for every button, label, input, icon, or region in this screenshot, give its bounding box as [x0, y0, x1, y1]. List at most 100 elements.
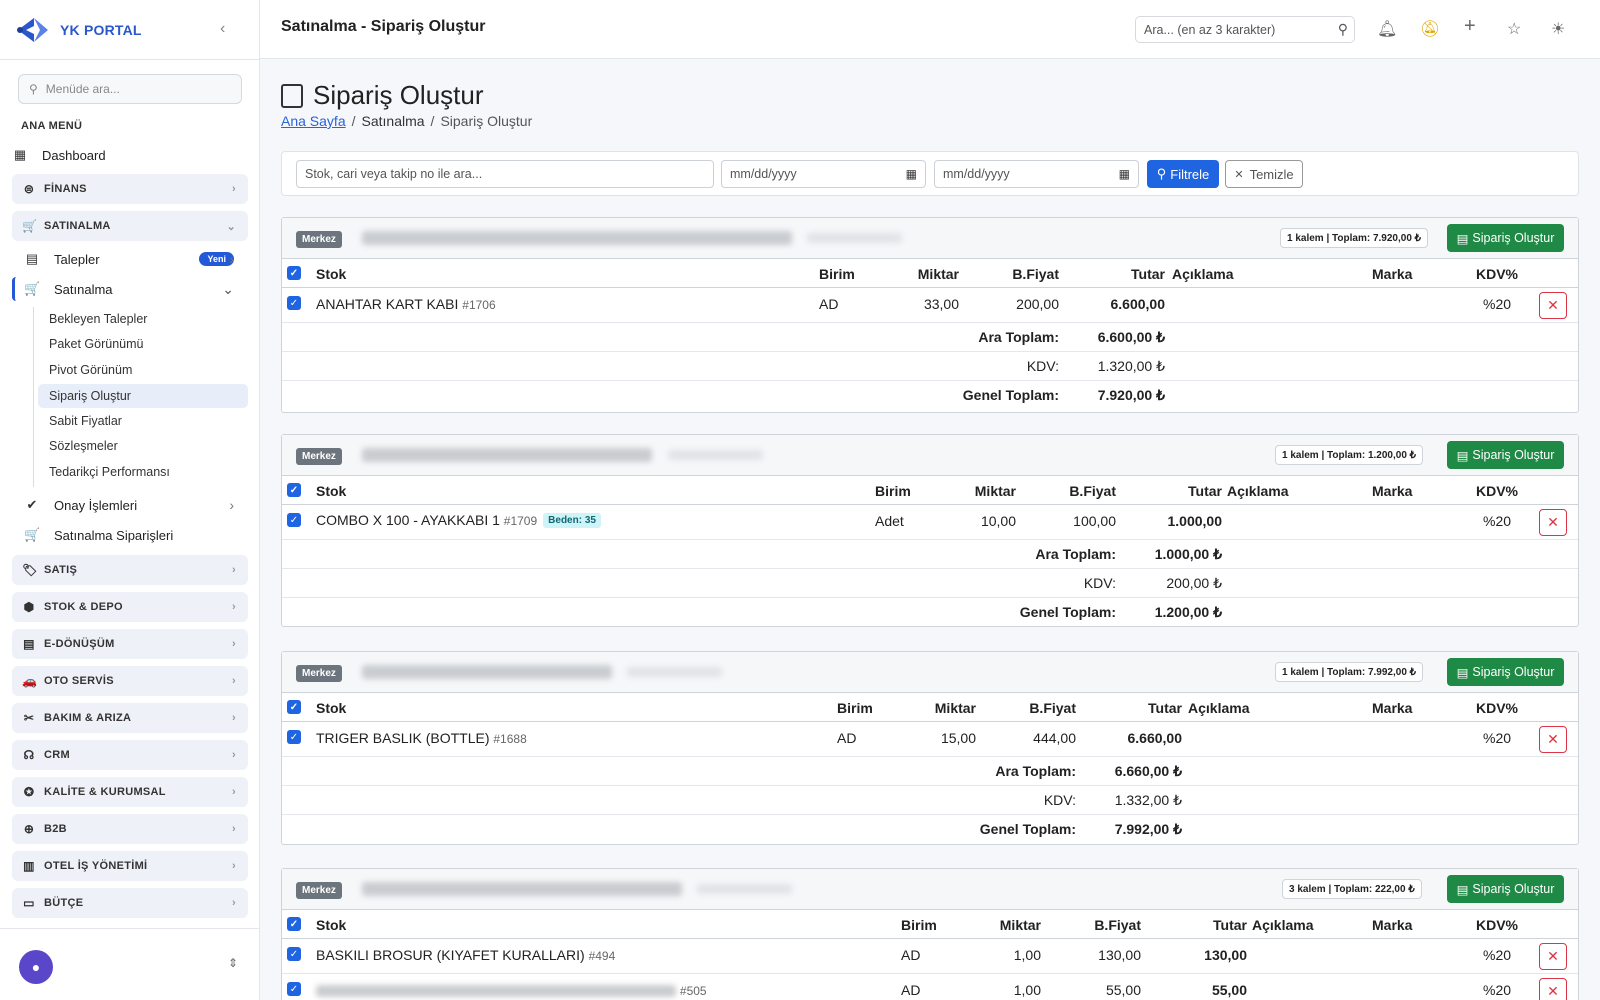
- sidebar-item-onay[interactable]: ✔ Onay İşlemleri ›: [12, 494, 248, 516]
- subtotal-row: Ara Toplam: 6.660,00 ₺: [282, 757, 1578, 786]
- filter-bar: Stok, cari veya takip no ile ara... mm/d…: [281, 151, 1579, 196]
- order-card: Merkez 1 kalem | Toplam: 7.992,00 ₺ ▤ Sip…: [281, 651, 1579, 845]
- unit: Adet: [875, 513, 904, 529]
- sidebar-group-crm[interactable]: ☊ CRM ›: [12, 740, 248, 770]
- sidebar-subitem[interactable]: Sabit Fiyatlar: [38, 409, 248, 433]
- sidebar-item-siparisler[interactable]: 🛒 Satınalma Siparişleri: [12, 524, 248, 546]
- building-icon: ▥: [23, 859, 35, 873]
- sidebar-subitem[interactable]: Tedarikçi Performansı: [38, 460, 248, 484]
- select-all-checkbox[interactable]: ✓: [287, 483, 301, 497]
- start-date-input[interactable]: mm/dd/yyyy ▦: [721, 160, 926, 188]
- sidebar-group-satis[interactable]: 🏷 SATIŞ ›: [12, 555, 248, 585]
- supplier-code-redacted: [668, 450, 763, 460]
- sun-icon[interactable]: ☀: [1551, 19, 1565, 39]
- table-row: ✓ COMBO X 100 - AYAKKABI 1 #1709 Beden: 3…: [282, 505, 1578, 540]
- create-order-button[interactable]: ▤ Sipariş Oluştur: [1447, 224, 1564, 252]
- sidebar-group-label: BÜTÇE: [44, 897, 84, 909]
- col-marka: Marka: [1372, 266, 1413, 282]
- chevron-right-icon: ›: [232, 564, 236, 576]
- order-header: Merkez 1 kalem | Toplam: 7.992,00 ₺ ▤ Sip…: [282, 652, 1578, 693]
- create-order-button[interactable]: ▤ Sipariş Oluştur: [1447, 441, 1564, 469]
- vat-row: KDV: 1.332,00 ₺: [282, 786, 1578, 815]
- remove-row-button[interactable]: ✕: [1539, 978, 1567, 1000]
- badge-check-icon: ✪: [23, 785, 35, 799]
- order-search-input[interactable]: Stok, cari veya takip no ile ara...: [296, 160, 714, 188]
- sidebar-subitem[interactable]: Bekleyen Talepler: [38, 307, 248, 331]
- unit-price: 100,00: [1073, 513, 1116, 529]
- select-all-checkbox[interactable]: ✓: [287, 917, 301, 931]
- clear-button[interactable]: ✕ Temizle: [1225, 160, 1303, 188]
- select-all-checkbox[interactable]: ✓: [287, 700, 301, 714]
- bell-icon[interactable]: 🔔︎: [1377, 19, 1397, 39]
- row-checkbox[interactable]: ✓: [287, 947, 301, 961]
- divider: [0, 59, 260, 60]
- grand-total-value: 7.992,00 ₺: [1114, 821, 1182, 837]
- document-icon: ▤: [23, 637, 35, 651]
- create-order-button[interactable]: ▤ Sipariş Oluştur: [1447, 875, 1564, 903]
- col-miktar: Miktar: [934, 700, 976, 716]
- close-icon: ✕: [1234, 168, 1244, 181]
- subtotal-label: Ara Toplam:: [995, 763, 1076, 779]
- remove-row-button[interactable]: ✕: [1539, 509, 1567, 536]
- sidebar-group-bakim[interactable]: ✂ BAKIM & ARIZA ›: [12, 703, 248, 733]
- star-icon[interactable]: ☆: [1507, 19, 1521, 39]
- row-checkbox[interactable]: ✓: [287, 296, 301, 310]
- sidebar-group-butce[interactable]: ▭ BÜTÇE ›: [12, 888, 248, 918]
- order-search-placeholder: Stok, cari veya takip no ile ara...: [305, 167, 483, 181]
- row-checkbox[interactable]: ✓: [287, 982, 301, 996]
- sidebar-subitem[interactable]: Sözleşmeler: [38, 434, 248, 458]
- sidebar-group-kalite[interactable]: ✪ KALİTE & KURUMSAL ›: [12, 777, 248, 807]
- file-icon: ▤: [25, 251, 39, 266]
- sidebar-group-stok[interactable]: ⬢ STOK & DEPO ›: [12, 592, 248, 622]
- remove-row-button[interactable]: ✕: [1539, 943, 1567, 970]
- filter-button[interactable]: ⚲ Filtrele: [1147, 160, 1219, 188]
- order-header: Merkez 1 kalem | Toplam: 7.920,00 ₺ ▤ Sip…: [282, 218, 1578, 259]
- col-bfiyat: B.Fiyat: [1069, 483, 1116, 499]
- global-search-input[interactable]: Ara... (en az 3 karakter) ⚲: [1135, 16, 1355, 43]
- sidebar-group-edonusum[interactable]: ▤ E-DÖNÜŞÜM ›: [12, 629, 248, 659]
- plus-icon[interactable]: +: [1464, 15, 1476, 38]
- col-tutar: Tutar: [1213, 917, 1247, 933]
- sidebar-group-oto[interactable]: 🚗 OTO SERVİS ›: [12, 666, 248, 696]
- sidebar-item-talepler[interactable]: ▤ Talepler Yeni ›: [12, 248, 248, 270]
- sidebar-group-satinalma[interactable]: 🛒 SATINALMA ⌄: [12, 211, 248, 241]
- create-order-button[interactable]: ▤ Sipariş Oluştur: [1447, 658, 1564, 686]
- row-checkbox[interactable]: ✓: [287, 513, 301, 527]
- col-miktar: Miktar: [917, 266, 959, 282]
- select-all-checkbox[interactable]: ✓: [287, 266, 301, 280]
- remove-row-button[interactable]: ✕: [1539, 292, 1567, 319]
- grand-total-label: Genel Toplam:: [1019, 604, 1116, 620]
- sidebar-subitem[interactable]: Paket Görünümü: [38, 332, 248, 356]
- col-marka: Marka: [1372, 700, 1413, 716]
- sidebar-group-otel[interactable]: ▥ OTEL İŞ YÖNETİMİ ›: [12, 851, 248, 881]
- create-order-label: Sipariş Oluştur: [1472, 882, 1555, 896]
- menu-search-input[interactable]: ⚲ Menüde ara...: [18, 74, 242, 104]
- user-avatar[interactable]: ●: [19, 950, 53, 984]
- chevron-right-icon: ›: [232, 897, 236, 909]
- order-summary: 1 kalem | Toplam: 7.920,00 ₺: [1280, 228, 1429, 248]
- grand-total-label: Genel Toplam:: [962, 387, 1059, 403]
- col-miktar: Miktar: [974, 483, 1016, 499]
- sidebar-item-satinalma[interactable]: 🛒 Satınalma ⌄: [12, 277, 248, 301]
- breadcrumb-home-link[interactable]: Ana Sayfa: [281, 113, 346, 129]
- sidebar-group-b2b[interactable]: ⊕ B2B ›: [12, 814, 248, 844]
- size-badge: Beden: 35: [543, 513, 601, 528]
- supplier-name-redacted: [362, 231, 792, 245]
- remove-row-button[interactable]: ✕: [1539, 726, 1567, 753]
- app-logo[interactable]: YK PORTAL: [14, 14, 142, 46]
- grand-total-row: Genel Toplam: 7.920,00 ₺: [282, 381, 1578, 410]
- list-icon: ▤: [1456, 665, 1469, 680]
- create-order-label: Sipariş Oluştur: [1472, 231, 1555, 245]
- expand-toggle-icon[interactable]: ⇕: [228, 956, 238, 970]
- sidebar-group-finans[interactable]: ⊜ FİNANS ›: [12, 174, 248, 204]
- bell-slash-icon[interactable]: 🔕︎: [1420, 19, 1440, 39]
- end-date-input[interactable]: mm/dd/yyyy ▦: [934, 160, 1139, 188]
- sidebar-item-dashboard[interactable]: ▦ Dashboard: [12, 144, 248, 166]
- col-tutar: Tutar: [1188, 483, 1222, 499]
- supplier-name-redacted: [362, 448, 652, 462]
- close-icon: ✕: [1547, 948, 1559, 964]
- sidebar-subitem-active[interactable]: Sipariş Oluştur: [38, 384, 248, 408]
- row-checkbox[interactable]: ✓: [287, 730, 301, 744]
- sidebar-subitem[interactable]: Pivot Görünüm: [38, 358, 248, 382]
- collapse-sidebar-icon[interactable]: ‹: [220, 20, 225, 38]
